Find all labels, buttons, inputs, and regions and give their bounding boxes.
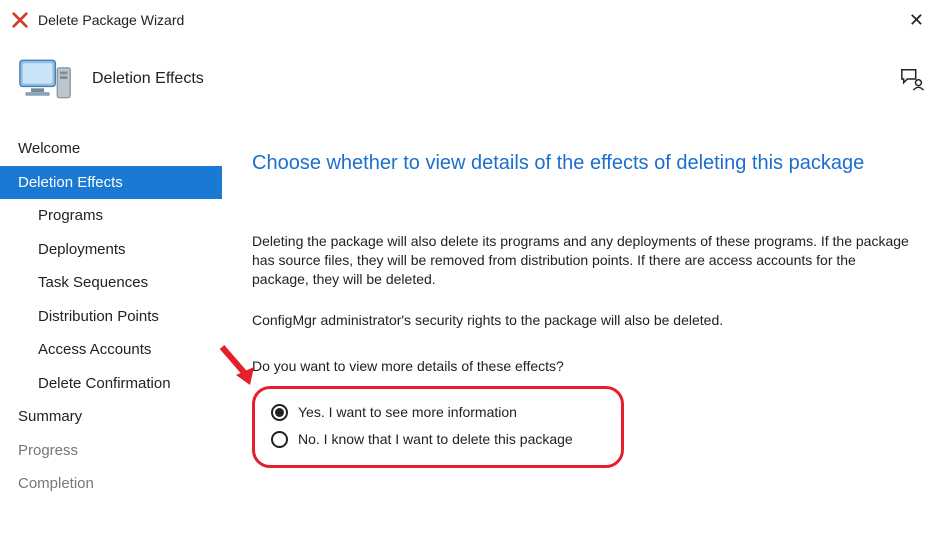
titlebar: Delete Package Wizard ✕ <box>0 0 946 40</box>
page-title: Deletion Effects <box>92 70 898 88</box>
sidebar-item-deployments[interactable]: Deployments <box>0 233 222 267</box>
close-icon[interactable]: ✕ <box>901 6 932 35</box>
sidebar-item-delete-confirmation[interactable]: Delete Confirmation <box>0 367 222 401</box>
wizard-sidebar: WelcomeDeletion EffectsProgramsDeploymen… <box>0 126 222 542</box>
delete-x-icon <box>10 10 30 30</box>
sidebar-item-access-accounts[interactable]: Access Accounts <box>0 333 222 367</box>
sidebar-item-distribution-points[interactable]: Distribution Points <box>0 300 222 334</box>
radio-button-icon <box>271 404 288 421</box>
sidebar-item-summary[interactable]: Summary <box>0 400 222 434</box>
sidebar-item-deletion-effects[interactable]: Deletion Effects <box>0 166 222 200</box>
annotation-arrow-icon <box>214 341 262 389</box>
radio-label: Yes. I want to see more information <box>298 404 517 420</box>
monitor-icon <box>18 53 74 105</box>
content-paragraph-2: ConfigMgr administrator's security right… <box>252 311 912 330</box>
radio-group-highlight: Yes. I want to see more information No. I… <box>252 386 624 468</box>
sidebar-item-task-sequences[interactable]: Task Sequences <box>0 266 222 300</box>
wizard-content: Choose whether to view details of the ef… <box>222 126 946 542</box>
sidebar-item-completion[interactable]: Completion <box>0 467 222 501</box>
feedback-icon[interactable] <box>898 67 926 91</box>
window-title: Delete Package Wizard <box>38 12 901 28</box>
sidebar-item-programs[interactable]: Programs <box>0 199 222 233</box>
sidebar-item-welcome[interactable]: Welcome <box>0 132 222 166</box>
radio-option-no[interactable]: No. I know that I want to delete this pa… <box>271 426 605 453</box>
radio-option-yes[interactable]: Yes. I want to see more information <box>271 399 605 426</box>
content-question: Do you want to view more details of thes… <box>252 358 920 374</box>
content-paragraph-1: Deleting the package will also delete it… <box>252 232 912 289</box>
radio-label: No. I know that I want to delete this pa… <box>298 431 573 447</box>
wizard-body: WelcomeDeletion EffectsProgramsDeploymen… <box>0 126 946 542</box>
content-heading: Choose whether to view details of the ef… <box>252 150 920 176</box>
radio-button-icon <box>271 431 288 448</box>
wizard-header: Deletion Effects <box>0 40 946 126</box>
sidebar-item-progress[interactable]: Progress <box>0 434 222 468</box>
